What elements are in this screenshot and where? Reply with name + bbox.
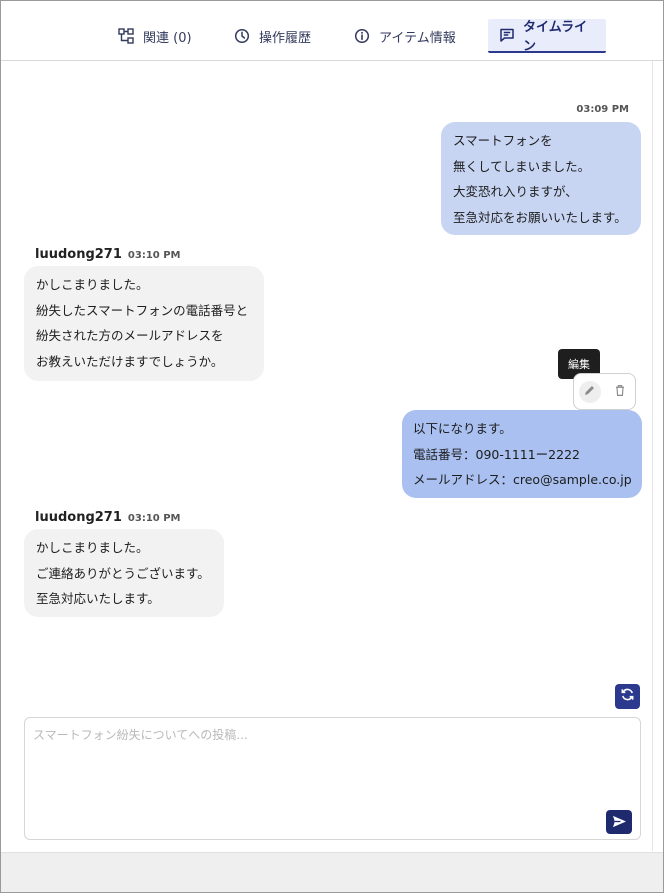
message-line: 大変恐れ入りますが、 bbox=[453, 184, 578, 199]
tab-bar: 関連 (0) 操作履歴 アイテム情報 タイムライン bbox=[1, 1, 663, 61]
tab-history[interactable]: 操作履歴 bbox=[223, 19, 321, 53]
message-sender: luudong271 03:10 PM bbox=[35, 247, 181, 262]
post-input[interactable] bbox=[33, 726, 613, 806]
send-icon bbox=[612, 813, 627, 832]
tab-related-label: 関連 (0) bbox=[143, 30, 192, 46]
their-message-bubble: かしこまりました。 紛失したスマートフォンの電話番号と 紛失された方のメールアド… bbox=[24, 266, 264, 381]
message-line: 以下になります。 bbox=[413, 421, 512, 436]
message-actions bbox=[573, 373, 636, 410]
message-line: ご連絡ありがとうございます。 bbox=[36, 565, 210, 581]
my-message-bubble: 以下になります。 電話番号：090-1111ー2222 メールアドレス：creo… bbox=[402, 410, 642, 498]
message-line: お教えいただけますでしょうか。 bbox=[36, 353, 224, 369]
message-line: 紛失したスマートフォンの電話番号と bbox=[36, 302, 249, 318]
tab-info-label: アイテム情報 bbox=[379, 30, 456, 46]
clock-icon bbox=[233, 27, 251, 45]
message-timestamp: 03:10 PM bbox=[127, 513, 181, 524]
tab-history-label: 操作履歴 bbox=[259, 30, 312, 46]
message-composer bbox=[24, 717, 641, 840]
message-timestamp: 03:09 PM bbox=[576, 104, 629, 115]
trash-icon bbox=[614, 382, 626, 401]
message-line: かしこまりました。 bbox=[36, 277, 149, 292]
tab-related[interactable]: 関連 (0) bbox=[107, 19, 202, 53]
sender-name: luudong271 bbox=[35, 510, 122, 525]
refresh-button[interactable] bbox=[615, 684, 640, 709]
message-line: かしこまりました。 bbox=[36, 540, 149, 555]
scroll-divider bbox=[652, 61, 653, 851]
message-line: 至急対応いたします。 bbox=[36, 591, 160, 606]
message-line: スマートフォンを bbox=[453, 133, 553, 148]
message-line: メールアドレス：creo@sample.co.jp bbox=[413, 472, 632, 487]
message-line: 紛失された方のメールアドレスを bbox=[36, 328, 224, 343]
their-message-bubble: かしこまりました。 ご連絡ありがとうございます。 至急対応いたします。 bbox=[24, 529, 224, 617]
edit-button[interactable] bbox=[578, 380, 601, 403]
relation-icon bbox=[117, 27, 135, 45]
message-line: 電話番号：090-1111ー2222 bbox=[413, 446, 580, 462]
message-line: 無くしてしまいました。 bbox=[453, 158, 591, 174]
info-icon bbox=[353, 27, 371, 45]
sender-name: luudong271 bbox=[35, 247, 122, 262]
pencil-icon bbox=[583, 382, 596, 401]
chat-icon bbox=[498, 26, 515, 44]
message-sender: luudong271 03:10 PM bbox=[35, 510, 181, 525]
message-timestamp: 03:10 PM bbox=[127, 250, 181, 261]
panel-footer bbox=[1, 852, 663, 892]
tab-timeline-label: タイムライン bbox=[523, 20, 588, 54]
delete-button[interactable] bbox=[609, 381, 631, 403]
message-line: 至急対応をお願いいたします。 bbox=[453, 209, 627, 225]
timeline-panel: 関連 (0) 操作履歴 アイテム情報 タイムライン 03:09 PM スマートフ… bbox=[0, 0, 664, 893]
tab-timeline[interactable]: タイムライン bbox=[488, 19, 606, 54]
send-button[interactable] bbox=[606, 810, 632, 834]
my-message-bubble: スマートフォンを 無くしてしまいました。 大変恐れ入りますが、 至急対応をお願い… bbox=[441, 122, 641, 235]
refresh-icon bbox=[620, 687, 635, 706]
tab-info[interactable]: アイテム情報 bbox=[343, 19, 466, 53]
